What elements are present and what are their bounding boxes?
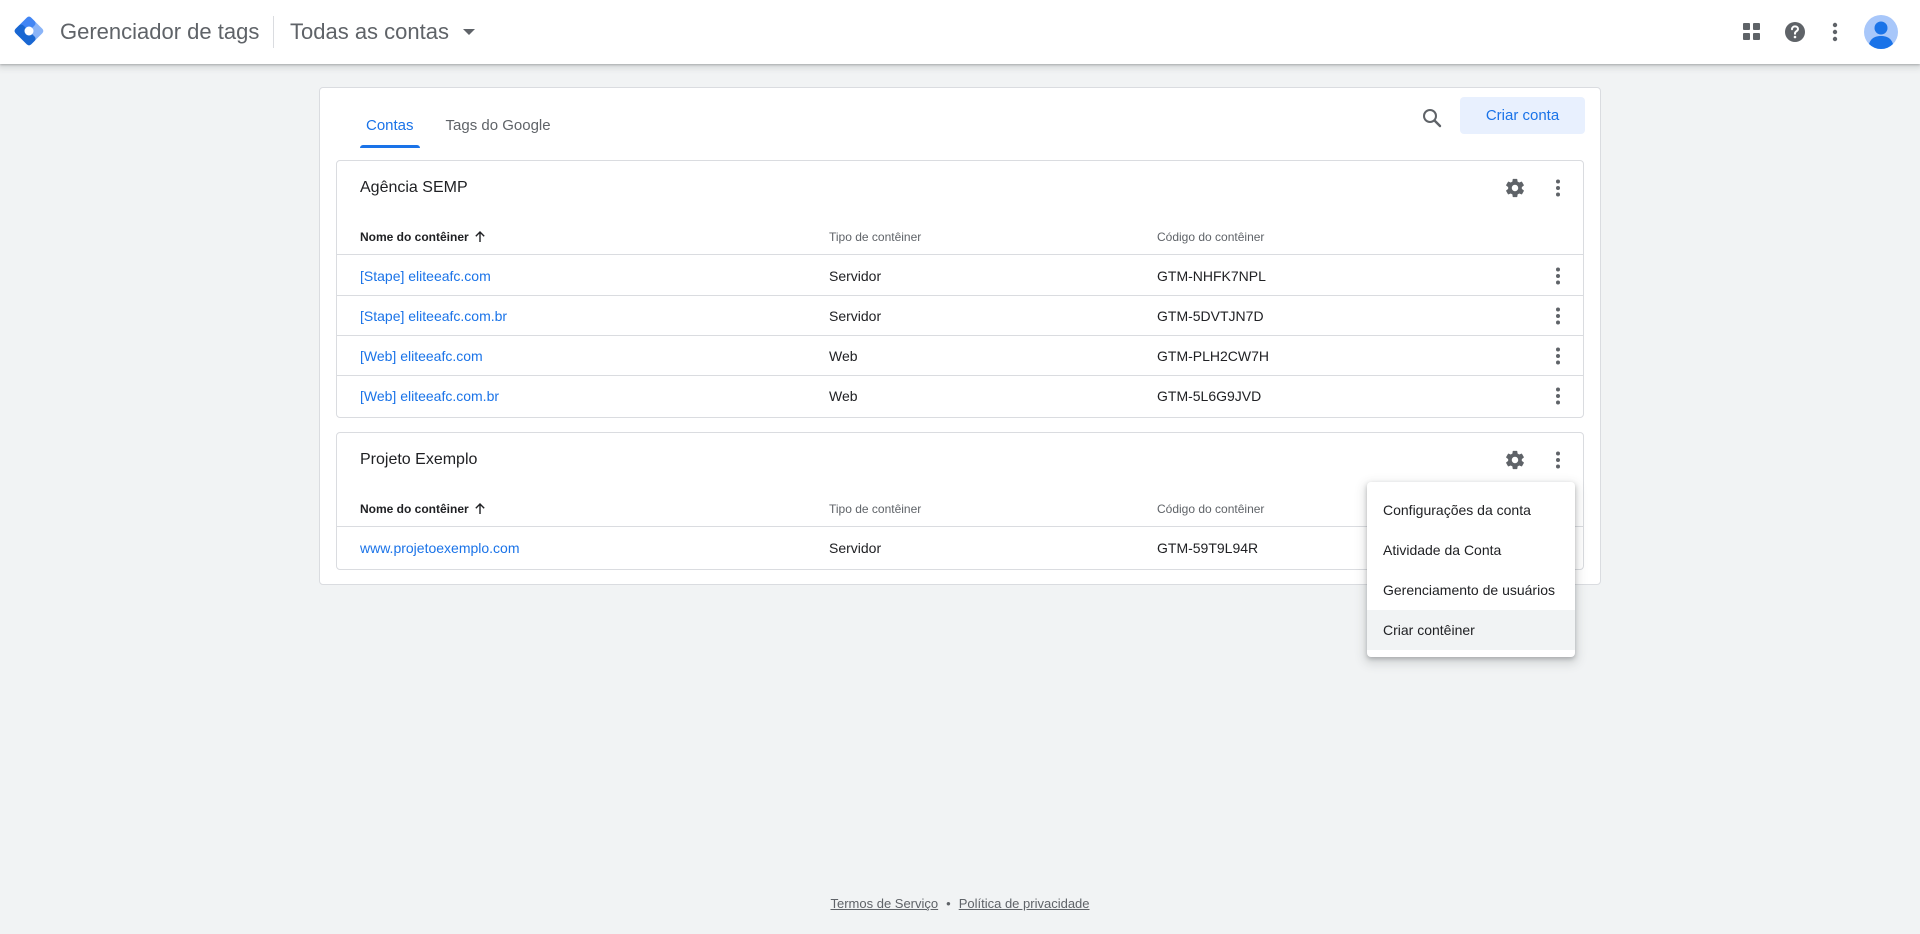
container-type: Servidor [829,540,882,556]
container-name-link[interactable]: [Web] eliteeafc.com [360,348,483,364]
tab-contas[interactable]: Contas [360,106,420,148]
column-header-type[interactable]: Tipo de contêiner [829,501,921,517]
account-name[interactable]: Projeto Exemplo [360,449,477,471]
column-header-code[interactable]: Código do contêiner [1157,501,1264,517]
column-header-code[interactable]: Código do contêiner [1157,229,1264,245]
table-row: [Stape] eliteeafc.com.br Servidor GTM-5D… [337,296,1583,336]
tag-manager-logo-icon[interactable] [12,14,46,48]
column-header-name[interactable]: Nome do contêiner [360,229,486,245]
account-selector[interactable]: Todas as contas [290,16,475,48]
container-code: GTM-59T9L94R [1157,540,1259,556]
apps-icon[interactable] [1740,20,1764,44]
terms-of-service-link[interactable]: Termos de Serviço [830,896,938,911]
search-icon[interactable] [1418,104,1446,132]
table-row: [Stape] eliteeafc.com Servidor GTM-NHFK7… [337,256,1583,296]
account-more-vert-icon[interactable] [1545,175,1571,201]
settings-gear-icon[interactable] [1502,175,1528,201]
container-type: Servidor [829,268,882,284]
tab-tags-do-google[interactable]: Tags do Google [440,106,557,146]
footer-separator: • [946,896,951,911]
row-more-vert-icon[interactable] [1545,263,1571,289]
dropdown-arrow-icon [462,29,475,35]
more-vert-icon[interactable] [1823,20,1847,44]
container-code: GTM-PLH2CW7H [1157,348,1270,364]
tab-bar: Contas Tags do Google [360,106,577,148]
header-divider [273,16,274,48]
account-selector-label: Todas as contas [290,19,449,44]
table-row: [Web] eliteeafc.com.br Web GTM-5L6G9JVD [337,376,1583,416]
help-icon[interactable] [1783,20,1807,44]
container-code: GTM-5DVTJN7D [1157,308,1264,324]
avatar[interactable] [1864,15,1898,49]
account-more-vert-icon[interactable] [1545,447,1571,473]
account-name[interactable]: Agência SEMP [360,177,468,199]
row-more-vert-icon[interactable] [1545,343,1571,369]
column-header-name[interactable]: Nome do contêiner [360,501,486,517]
container-code: GTM-5L6G9JVD [1157,388,1262,404]
row-more-vert-icon[interactable] [1545,303,1571,329]
container-type: Web [829,348,858,364]
settings-gear-icon[interactable] [1502,447,1528,473]
footer: Termos de Serviço • Política de privacidad… [0,896,1920,911]
container-type: Servidor [829,308,882,324]
container-code: GTM-NHFK7NPL [1157,268,1266,284]
top-app-bar: Gerenciador de tags Todas as contas [0,0,1920,64]
menu-item-create-container[interactable]: Criar contêiner [1367,610,1575,650]
menu-item-account-activity[interactable]: Atividade da Conta [1367,530,1575,570]
create-account-button[interactable]: Criar conta [1460,97,1585,134]
container-name-link[interactable]: [Web] eliteeafc.com.br [360,388,499,404]
arrow-up-icon [474,503,486,515]
container-type: Web [829,388,858,404]
user-icon [1868,21,1894,49]
privacy-policy-link[interactable]: Política de privacidade [959,896,1090,911]
row-more-vert-icon[interactable] [1545,383,1571,409]
container-name-link[interactable]: [Stape] eliteeafc.com.br [360,308,507,324]
product-name: Gerenciador de tags [60,19,260,44]
menu-item-user-management[interactable]: Gerenciamento de usuários [1367,570,1575,610]
column-headers: Nome do contêiner Tipo de contêiner Códi… [337,217,1583,255]
arrow-up-icon [474,231,486,243]
container-name-link[interactable]: www.projetoexemplo.com [360,540,520,556]
account-block-agencia-semp: Agência SEMP Nome do contêiner Tipo de c… [336,160,1584,418]
menu-item-account-settings[interactable]: Configurações da conta [1367,490,1575,530]
container-name-link[interactable]: [Stape] eliteeafc.com [360,268,491,284]
column-header-type[interactable]: Tipo de contêiner [829,229,921,245]
table-row: [Web] eliteeafc.com Web GTM-PLH2CW7H [337,336,1583,376]
account-actions-menu: Configurações da conta Atividade da Cont… [1367,482,1575,657]
